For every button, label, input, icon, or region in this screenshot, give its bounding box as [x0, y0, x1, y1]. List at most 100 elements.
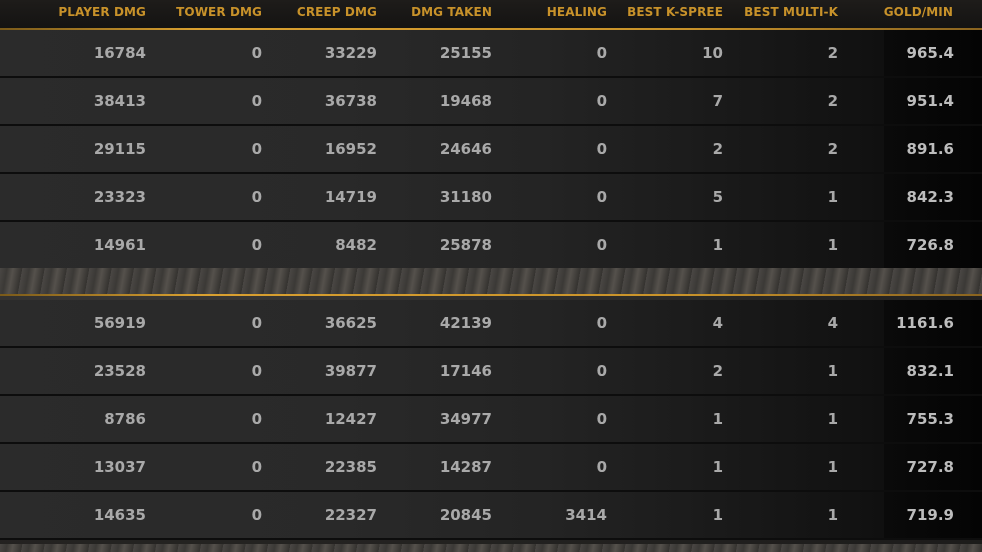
- cell-dmg-taken: 19468: [439, 92, 492, 110]
- column-header-best-multi-k[interactable]: BEST MULTI-K: [744, 5, 838, 19]
- cell-dmg-taken: 25878: [439, 236, 492, 254]
- team-2-stats: 56919 0 36625 42139 0 4 4 1161.6 23528 0 39877 1714…: [0, 300, 982, 546]
- cell-player-dmg: 23323: [93, 188, 146, 206]
- cell-best-multi-k: 1: [827, 236, 838, 254]
- cell-player-dmg: 14635: [93, 506, 146, 524]
- cell-dmg-taken: 31180: [439, 188, 492, 206]
- cell-best-multi-k: 2: [827, 140, 838, 158]
- cell-creep-dmg: 16952: [324, 140, 377, 158]
- cell-best-k-spree: 10: [702, 44, 723, 62]
- cell-healing: 0: [596, 362, 607, 380]
- table-row[interactable]: 13037 0 22385 14287 0 1 1 727.8: [0, 444, 982, 492]
- cell-player-dmg: 14961: [93, 236, 146, 254]
- cell-dmg-taken: 24646: [439, 140, 492, 158]
- cell-creep-dmg: 36625: [324, 314, 377, 332]
- column-header-best-k-spree[interactable]: BEST K-SPREE: [627, 5, 723, 19]
- cell-tower-dmg: 0: [251, 458, 262, 476]
- cell-healing: 0: [596, 236, 607, 254]
- cell-healing: 3414: [565, 506, 607, 524]
- table-row[interactable]: 29115 0 16952 24646 0 2 2 891.6: [0, 126, 982, 174]
- cell-best-multi-k: 1: [827, 458, 838, 476]
- table-row[interactable]: 38413 0 36738 19468 0 7 2 951.4: [0, 78, 982, 126]
- scoreboard-screen: PLAYER DMG TOWER DMG CREEP DMG DMG TAKEN HEA…: [0, 0, 982, 552]
- cell-best-multi-k: 4: [827, 314, 838, 332]
- cell-best-k-spree: 4: [712, 314, 723, 332]
- cell-best-k-spree: 1: [712, 410, 723, 428]
- table-row[interactable]: 14961 0 8482 25878 0 1 1 726.8: [0, 222, 982, 270]
- cell-best-multi-k: 1: [827, 188, 838, 206]
- cell-gold-min: 755.3: [906, 410, 954, 428]
- cell-gold-min: 719.9: [906, 506, 954, 524]
- cell-healing: 0: [596, 92, 607, 110]
- cell-gold-min: 951.4: [906, 92, 954, 110]
- cell-tower-dmg: 0: [251, 506, 262, 524]
- cell-tower-dmg: 0: [251, 188, 262, 206]
- cell-healing: 0: [596, 44, 607, 62]
- column-header-player-dmg[interactable]: PLAYER DMG: [58, 5, 146, 19]
- cell-best-k-spree: 1: [712, 458, 723, 476]
- table-row[interactable]: 14635 0 22327 20845 3414 1 1 719.9: [0, 492, 982, 540]
- cell-creep-dmg: 22385: [324, 458, 377, 476]
- cell-player-dmg: 8786: [104, 410, 146, 428]
- cell-player-dmg: 38413: [93, 92, 146, 110]
- cell-dmg-taken: 25155: [439, 44, 492, 62]
- cell-dmg-taken: 34977: [439, 410, 492, 428]
- cell-healing: 0: [596, 314, 607, 332]
- cell-best-k-spree: 1: [712, 506, 723, 524]
- cell-best-multi-k: 1: [827, 362, 838, 380]
- cell-creep-dmg: 14719: [324, 188, 377, 206]
- column-header-dmg-taken[interactable]: DMG TAKEN: [411, 5, 492, 19]
- column-header-healing[interactable]: HEALING: [547, 5, 607, 19]
- cell-best-k-spree: 7: [712, 92, 723, 110]
- cell-dmg-taken: 20845: [439, 506, 492, 524]
- team-separator: [0, 268, 982, 294]
- table-row[interactable]: 8786 0 12427 34977 0 1 1 755.3: [0, 396, 982, 444]
- cell-gold-min: 965.4: [906, 44, 954, 62]
- cell-tower-dmg: 0: [251, 92, 262, 110]
- cell-healing: 0: [596, 188, 607, 206]
- table-row[interactable]: 23528 0 39877 17146 0 2 1 832.1: [0, 348, 982, 396]
- column-header-row: PLAYER DMG TOWER DMG CREEP DMG DMG TAKEN HEA…: [0, 0, 982, 28]
- cell-tower-dmg: 0: [251, 362, 262, 380]
- cell-best-k-spree: 1: [712, 236, 723, 254]
- cell-healing: 0: [596, 458, 607, 476]
- cell-gold-min: 842.3: [906, 188, 954, 206]
- cell-healing: 0: [596, 140, 607, 158]
- cell-best-k-spree: 2: [712, 362, 723, 380]
- cell-gold-min: 727.8: [906, 458, 954, 476]
- cell-gold-min: 832.1: [906, 362, 954, 380]
- cell-player-dmg: 56919: [93, 314, 146, 332]
- cell-creep-dmg: 22327: [324, 506, 377, 524]
- team-2-divider-line: [0, 294, 982, 296]
- cell-creep-dmg: 39877: [324, 362, 377, 380]
- table-row[interactable]: 23323 0 14719 31180 0 5 1 842.3: [0, 174, 982, 222]
- cell-player-dmg: 29115: [93, 140, 146, 158]
- cell-best-multi-k: 2: [827, 44, 838, 62]
- table-row[interactable]: 16784 0 33229 25155 0 10 2 965.4: [0, 30, 982, 78]
- cell-best-k-spree: 2: [712, 140, 723, 158]
- column-header-creep-dmg[interactable]: CREEP DMG: [297, 5, 377, 19]
- column-header-tower-dmg[interactable]: TOWER DMG: [176, 5, 262, 19]
- cell-tower-dmg: 0: [251, 140, 262, 158]
- table-row[interactable]: 56919 0 36625 42139 0 4 4 1161.6: [0, 300, 982, 348]
- cell-player-dmg: 16784: [93, 44, 146, 62]
- cell-creep-dmg: 33229: [324, 44, 377, 62]
- cell-gold-min: 1161.6: [896, 314, 954, 332]
- cell-best-multi-k: 1: [827, 410, 838, 428]
- cell-tower-dmg: 0: [251, 44, 262, 62]
- cell-creep-dmg: 8482: [335, 236, 377, 254]
- cell-gold-min: 891.6: [906, 140, 954, 158]
- cell-healing: 0: [596, 410, 607, 428]
- cell-dmg-taken: 17146: [439, 362, 492, 380]
- cell-best-multi-k: 1: [827, 506, 838, 524]
- team-1-stats: 16784 0 33229 25155 0 10 2 965.4 38413 0 36738 1946…: [0, 30, 982, 270]
- cell-player-dmg: 23528: [93, 362, 146, 380]
- cell-best-k-spree: 5: [712, 188, 723, 206]
- bottom-edge: [0, 544, 982, 552]
- cell-creep-dmg: 36738: [324, 92, 377, 110]
- cell-tower-dmg: 0: [251, 314, 262, 332]
- cell-dmg-taken: 42139: [439, 314, 492, 332]
- cell-dmg-taken: 14287: [439, 458, 492, 476]
- column-header-gold-min[interactable]: GOLD/MIN: [884, 5, 953, 19]
- cell-tower-dmg: 0: [251, 410, 262, 428]
